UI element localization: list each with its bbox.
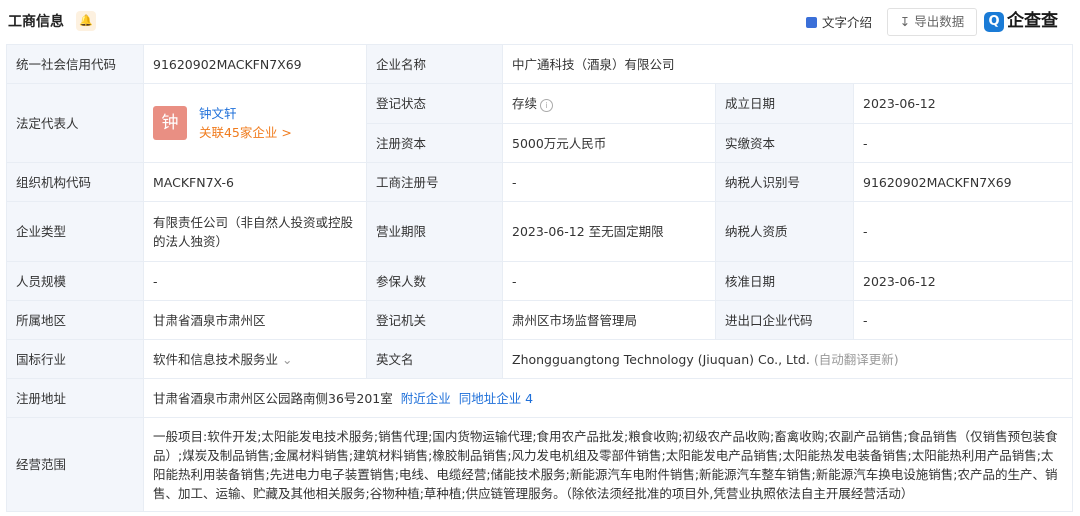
industry-dropdown[interactable]: 软件和信息技术服务业 ⌄ bbox=[143, 339, 367, 379]
section-header: 工商信息 🔔 文字介绍 ↧ 导出数据 Q 企查查 bbox=[0, 0, 1080, 42]
avatar: 钟 bbox=[153, 106, 187, 140]
paid-capital-label: 实缴资本 bbox=[715, 123, 854, 163]
table-row: 法定代表人 钟 钟文轩 关联45家企业 > 登记状态 存续 i 成立日期 2023… bbox=[6, 83, 1074, 163]
reg-no-value: - bbox=[502, 162, 716, 202]
approval-date-value: 2023-06-12 bbox=[852, 261, 1074, 301]
industry-value: 软件和信息技术服务业 bbox=[153, 351, 279, 367]
text-intro-button[interactable]: 文字介绍 bbox=[806, 12, 872, 31]
taxpayer-qual-label: 纳税人资质 bbox=[715, 201, 854, 262]
staff-size-label: 人员规模 bbox=[6, 261, 144, 301]
related-companies-link[interactable]: 关联45家企业 > bbox=[199, 123, 292, 142]
english-name-value: Zhongguangtong Technology (Jiuquan) Co.,… bbox=[512, 351, 810, 367]
approval-date-label: 核准日期 bbox=[715, 261, 854, 301]
reg-address-label: 注册地址 bbox=[6, 378, 144, 418]
table-row: 组织机构代码 MACKFN7X-6 工商注册号 - 纳税人识别号 9162090… bbox=[6, 162, 1074, 202]
table-row: 人员规模 - 参保人数 - 核准日期 2023-06-12 bbox=[6, 261, 1074, 301]
legal-rep-name[interactable]: 钟文轩 bbox=[199, 104, 292, 123]
table-row: 所属地区 甘肃省酒泉市肃州区 登记机关 肃州区市场监督管理局 进出口企业代码 - bbox=[6, 300, 1074, 340]
document-icon bbox=[806, 17, 817, 28]
business-info-table: 统一社会信用代码 91620902MACKFN7X69 企业名称 中广通科技（酒… bbox=[6, 44, 1074, 512]
chevron-down-icon: ⌄ bbox=[278, 351, 293, 367]
legal-rep-label: 法定代表人 bbox=[6, 83, 144, 163]
taxpayer-id-value: 91620902MACKFN7X69 bbox=[852, 162, 1074, 202]
org-code-value: MACKFN7X-6 bbox=[143, 162, 367, 202]
company-type-value: 有限责任公司（非自然人投资或控股的法人独资） bbox=[143, 201, 367, 262]
reg-status-label: 登记状态 bbox=[366, 83, 503, 124]
reg-address-cell: 甘肃省酒泉市肃州区公园路南侧36号201室 附近企业 同地址企业 4 bbox=[142, 378, 1074, 418]
reg-no-label: 工商注册号 bbox=[366, 162, 503, 202]
reg-capital-label: 注册资本 bbox=[366, 123, 503, 163]
qichacha-logo: Q 企查查 bbox=[984, 8, 1058, 34]
auto-translate-note[interactable]: (自动翻译更新) bbox=[814, 352, 899, 367]
taxpayer-qual-value: - bbox=[852, 201, 1074, 262]
est-date-value: 2023-06-12 bbox=[852, 83, 1074, 124]
insured-value: - bbox=[502, 261, 716, 301]
table-row: 注册地址 甘肃省酒泉市肃州区公园路南侧36号201室 附近企业 同地址企业 4 bbox=[6, 378, 1074, 418]
table-row: 经营范围 一般项目:软件开发;太阳能发电技术服务;销售代理;国内货物运输代理;食… bbox=[6, 417, 1074, 512]
reg-capital-value: 5000万元人民币 bbox=[502, 123, 716, 163]
reg-authority-value: 肃州区市场监督管理局 bbox=[502, 300, 716, 340]
info-icon[interactable]: i bbox=[540, 99, 554, 112]
same-address-link[interactable]: 同地址企业 4 bbox=[459, 391, 533, 406]
business-scope-label: 经营范围 bbox=[6, 417, 144, 512]
nearby-companies-link[interactable]: 附近企业 bbox=[401, 391, 451, 406]
table-row: 国标行业 软件和信息技术服务业 ⌄ 英文名 Zhongguangtong Tec… bbox=[6, 339, 1074, 379]
english-name-cell: Zhongguangtong Technology (Jiuquan) Co.,… bbox=[501, 339, 1074, 379]
english-name-label: 英文名 bbox=[366, 339, 503, 379]
paid-capital-value: - bbox=[852, 123, 1074, 163]
company-name-value: 中广通科技（酒泉）有限公司 bbox=[501, 44, 1074, 84]
import-export-code-label: 进出口企业代码 bbox=[715, 300, 854, 340]
reg-authority-label: 登记机关 bbox=[366, 300, 503, 340]
staff-size-value: - bbox=[143, 261, 367, 301]
reg-status-value: 存续 bbox=[512, 96, 538, 111]
import-export-code-value: - bbox=[852, 300, 1074, 340]
est-date-label: 成立日期 bbox=[715, 83, 854, 124]
table-row: 统一社会信用代码 91620902MACKFN7X69 企业名称 中广通科技（酒… bbox=[6, 44, 1074, 84]
business-term-value: 2023-06-12 至无固定期限 bbox=[502, 201, 716, 262]
logo-icon: Q bbox=[984, 12, 1004, 32]
bell-icon[interactable]: 🔔 bbox=[76, 11, 96, 31]
section-title: 工商信息 bbox=[8, 14, 64, 30]
insured-label: 参保人数 bbox=[366, 261, 503, 301]
credit-code-label: 统一社会信用代码 bbox=[6, 44, 144, 84]
credit-code-value: 91620902MACKFN7X69 bbox=[143, 44, 367, 84]
business-scope-value: 一般项目:软件开发;太阳能发电技术服务;销售代理;国内货物运输代理;食用农产品批… bbox=[142, 417, 1074, 512]
business-term-label: 营业期限 bbox=[366, 201, 503, 262]
legal-rep-cell: 钟 钟文轩 关联45家企业 > bbox=[143, 83, 367, 163]
taxpayer-id-label: 纳税人识别号 bbox=[715, 162, 854, 202]
industry-label: 国标行业 bbox=[6, 339, 144, 379]
region-value: 甘肃省酒泉市肃州区 bbox=[143, 300, 367, 340]
export-button[interactable]: ↧ 导出数据 bbox=[887, 8, 977, 36]
reg-status-cell: 存续 i bbox=[502, 83, 716, 124]
region-label: 所属地区 bbox=[6, 300, 144, 340]
table-row: 企业类型 有限责任公司（非自然人投资或控股的法人独资） 营业期限 2023-06… bbox=[6, 201, 1074, 262]
reg-address-value: 甘肃省酒泉市肃州区公园路南侧36号201室 bbox=[153, 390, 393, 406]
company-type-label: 企业类型 bbox=[6, 201, 144, 262]
org-code-label: 组织机构代码 bbox=[6, 162, 144, 202]
company-name-label: 企业名称 bbox=[366, 44, 503, 84]
